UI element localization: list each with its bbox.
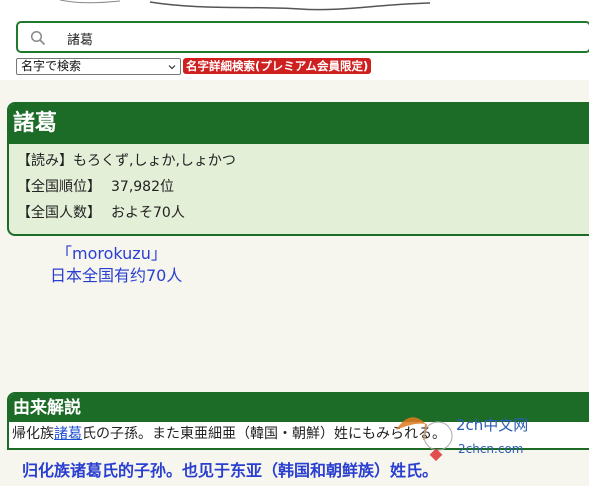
surname-title: 諸葛 (9, 104, 589, 144)
population-translation: 日本全国有约70人 (50, 266, 183, 285)
surname-card: 諸葛 【読み】もろくず,しょか,しょかつ 【全国順位】 37,982位 【全国人数… (7, 102, 589, 236)
watermark-logo (396, 417, 453, 462)
reading-romaji: 「morokuzu」 (56, 244, 167, 263)
row-label: 【全国人数】 (17, 205, 101, 221)
row-label: 【読み】 (17, 153, 73, 169)
origin-text-before: 帰化族 (12, 426, 54, 442)
reading-row: 【読み】もろくず,しょか,しょかつ (9, 148, 589, 174)
top-sketch-decoration (59, 0, 431, 11)
search-value: 諸葛 (67, 33, 94, 48)
reading-value: もろくず,しょか,しょかつ (73, 153, 236, 169)
chevron-down-icon (168, 65, 176, 70)
search-mode-select[interactable]: 名字で検索 (16, 58, 181, 75)
origin-translation: 归化族诸葛氏的子孙。也见于东亚（韩国和朝鲜族）姓氏。 (22, 461, 439, 480)
surname-link[interactable]: 諸葛 (54, 426, 82, 442)
watermark-url: 2chcn.com (458, 442, 524, 456)
premium-search-button[interactable]: 名字詳細検索(プレミアム会員限定) (183, 58, 372, 74)
row-label: 【全国順位】 (17, 179, 101, 195)
search-mode-selected: 名字で検索 (21, 59, 82, 73)
search-icon (30, 30, 46, 46)
rank-value: 37,982位 (111, 179, 174, 195)
watermark-text: 2ch中文网 (456, 416, 529, 434)
population-value: およそ70人 (111, 205, 185, 221)
rank-row: 【全国順位】 37,982位 (9, 174, 589, 200)
population-row: 【全国人数】 およそ70人 (9, 200, 589, 226)
search-input[interactable]: 諸葛 (16, 21, 589, 53)
